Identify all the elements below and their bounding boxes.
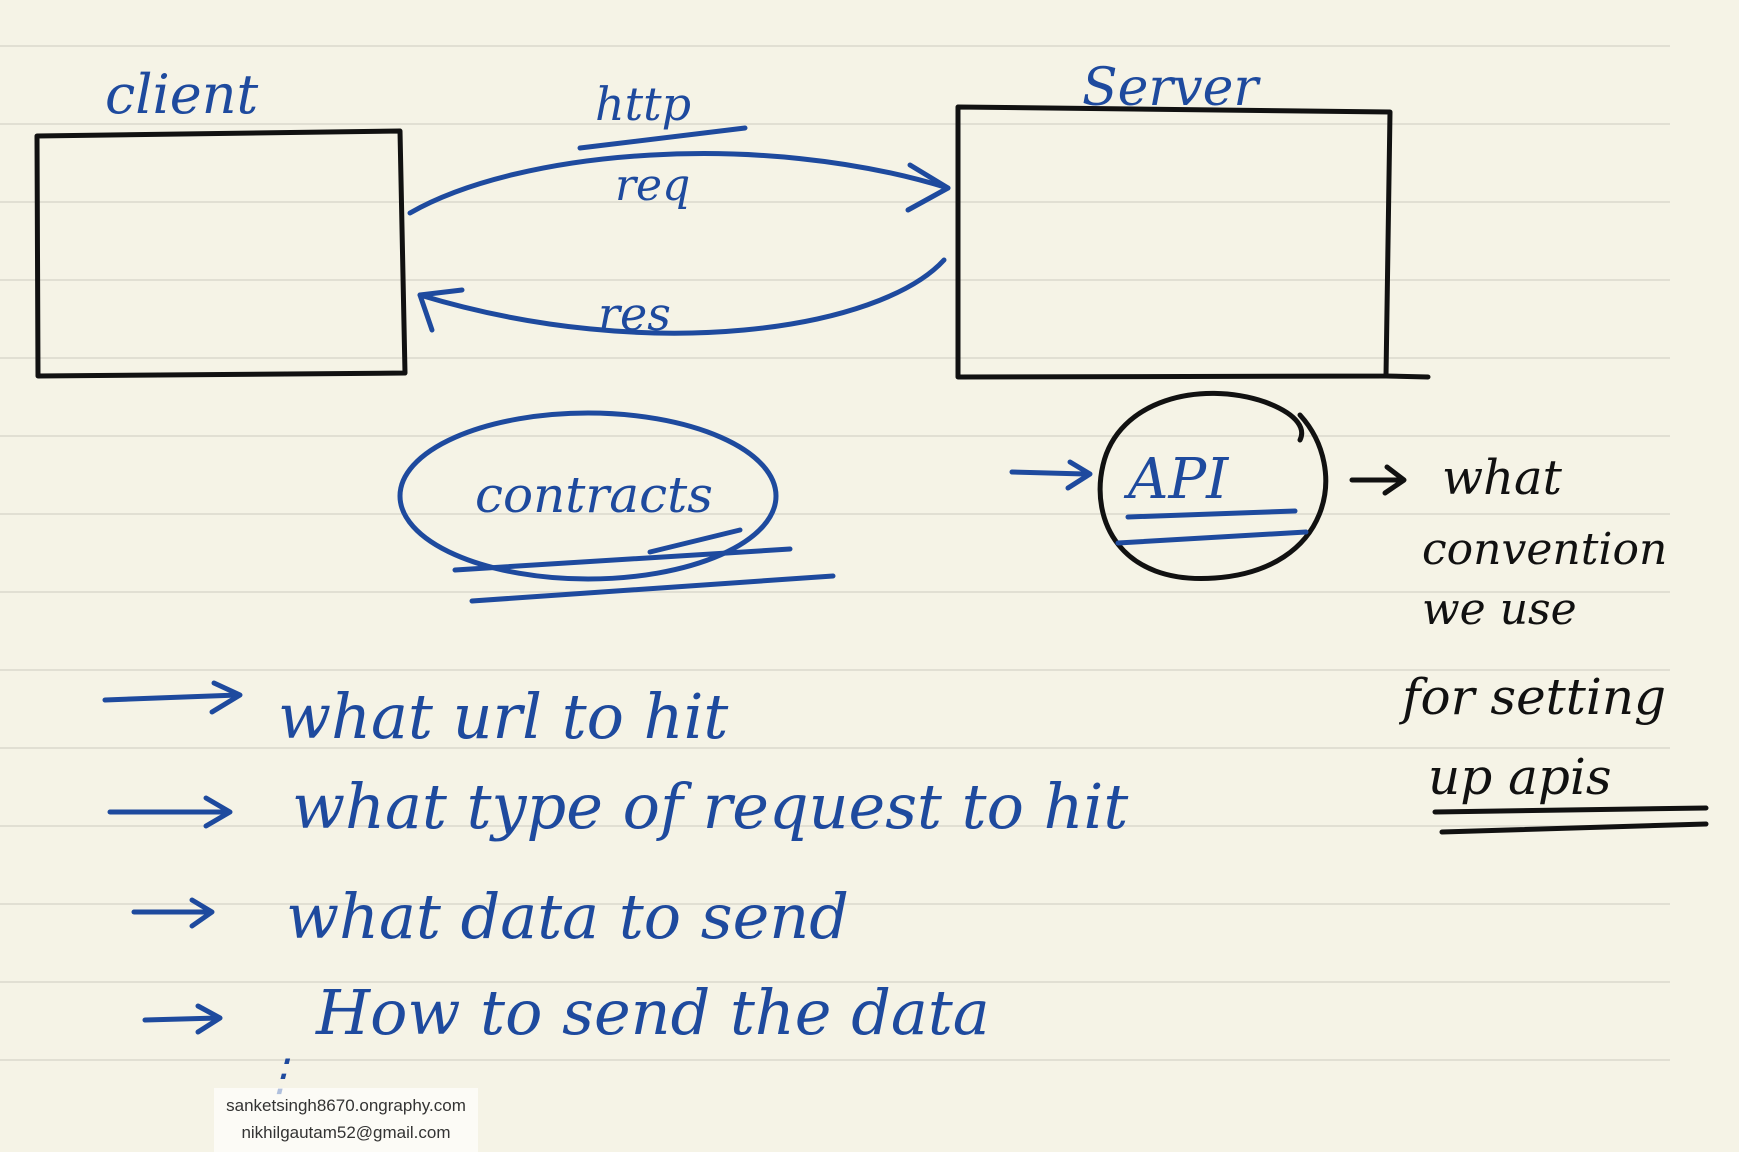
contract-list: what url to hit what type of request to … [102,680,1128,1101]
request-edge: http req [407,77,951,216]
list-item-text: How to send the data [315,976,990,1049]
contracts-node: contracts [397,410,836,604]
api-note-line-5: up apis [1428,748,1612,806]
watermark: sanketsingh8670.ongraphy.com nikhilgauta… [214,1088,478,1152]
watermark-line-2: nikhilgautam52@gmail.com [241,1123,451,1142]
list-item: How to send the data [142,976,990,1049]
client-label: client [105,63,259,126]
contracts-label: contracts [475,466,713,524]
whiteboard-canvas: client Server http req res contracts API [0,45,1709,1101]
api-note-line-2: convention [1422,524,1667,575]
list-item-text: what data to send [286,880,849,953]
watermark-line-1: sanketsingh8670.ongraphy.com [226,1096,466,1115]
request-label: req [615,160,690,211]
list-item: what type of request to hit [107,770,1128,843]
list-item-text: what type of request to hit [292,770,1128,843]
list-item-text: what url to hit [278,680,728,753]
api-label: API [1123,447,1230,512]
api-note-line-1: what [1442,450,1563,506]
server-node: Server [955,58,1431,380]
api-note-line-3: we use [1422,584,1577,635]
client-node: client [34,63,408,379]
response-edge: res [417,257,947,341]
http-label: http [595,77,691,131]
api-note-line-4: for setting [1398,668,1666,726]
response-label: res [598,287,671,341]
api-note: what convention we use for setting up ap… [1398,450,1709,835]
list-item: what data to send [131,880,849,953]
list-item: what url to hit [102,680,728,753]
server-label: Server [1082,58,1261,118]
api-node: API [1009,390,1407,581]
